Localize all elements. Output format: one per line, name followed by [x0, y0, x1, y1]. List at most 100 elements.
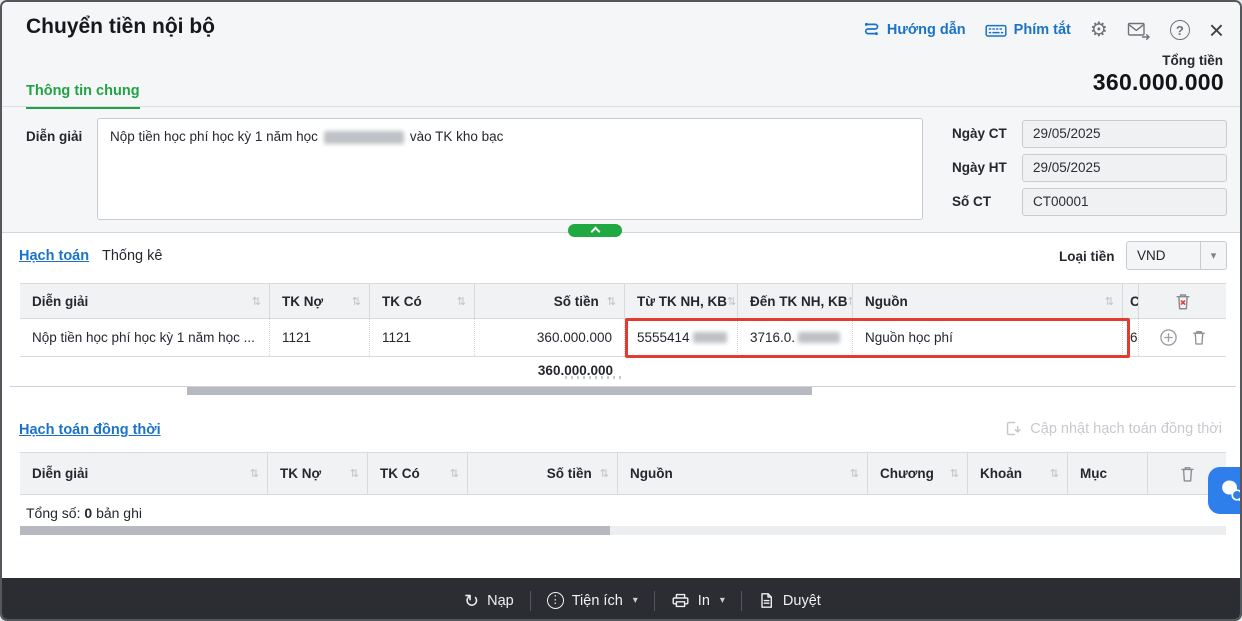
doc-no-label: Số CT — [952, 194, 991, 209]
sort-icon[interactable]: ⇅ — [950, 467, 959, 480]
sort-icon[interactable]: ⇅ — [1105, 295, 1114, 308]
add-row-icon[interactable] — [1159, 328, 1178, 347]
reload-label: Nạp — [487, 592, 514, 609]
chevron-down-icon: ▾ — [632, 595, 638, 606]
delete-all-icon[interactable] — [1174, 292, 1192, 311]
close-icon[interactable]: × — [1209, 17, 1224, 43]
cell-from-account[interactable]: 5555414 — [625, 319, 738, 356]
col-header-chapter[interactable]: Chương ⇅ — [868, 453, 968, 494]
currency-select[interactable]: VND ▾ — [1126, 241, 1227, 270]
guide-link[interactable]: Hướng dẫn — [862, 21, 966, 39]
sort-icon[interactable]: ⇅ — [727, 295, 736, 308]
document-icon — [758, 592, 775, 609]
doc-no-field[interactable]: CT00001 — [1022, 188, 1227, 216]
help-icon[interactable]: ? — [1169, 20, 1190, 40]
simultaneous-table-header: Diễn giải ⇅ TK Nợ ⇅ TK Có ⇅ Số tiền ⇅ Nguồn ⇅… — [20, 452, 1226, 495]
col-header-debit[interactable]: TK Nợ ⇅ — [268, 453, 368, 494]
table-total-row: 360.000.000 — [20, 357, 1226, 384]
collapse-button[interactable] — [568, 224, 622, 237]
header-section: Chuyển tiền nội bộ Hướng dẫn Phím tắt ⚙ … — [2, 2, 1240, 233]
printer-icon — [671, 592, 690, 609]
sort-icon[interactable]: ⇅ — [850, 467, 859, 480]
update-simultaneous-button[interactable]: Cập nhật hạch toán đồng thời — [1005, 420, 1222, 437]
transfer-dialog-window: Chuyển tiền nội bộ Hướng dẫn Phím tắt ⚙ … — [0, 0, 1242, 621]
col-header-actions — [1139, 284, 1226, 318]
total-amount-label: Tổng tiền — [1162, 53, 1223, 68]
sort-icon[interactable]: ⇅ — [250, 467, 259, 480]
date-ht-label: Ngày HT — [952, 160, 1007, 175]
col-header-chapter[interactable]: Ch — [1123, 284, 1139, 318]
col-header-credit[interactable]: TK Có ⇅ — [370, 284, 475, 318]
approve-label: Duyệt — [782, 592, 821, 609]
sort-icon[interactable]: ⇅ — [457, 295, 466, 308]
currency-label: Loại tiền — [1059, 249, 1115, 264]
guide-link-label: Hướng dẫn — [886, 22, 966, 38]
cell-debit[interactable]: 1121 — [270, 319, 370, 356]
sort-icon[interactable]: ⇅ — [450, 467, 459, 480]
col-header-from-account[interactable]: Từ TK NH, KB ⇅ — [625, 284, 738, 318]
shortcut-link-label: Phím tắt — [1013, 22, 1071, 38]
col-header-to-account[interactable]: Đến TK NH, KB⇅ — [738, 284, 853, 318]
table-row[interactable]: Nộp tiền học phí học kỳ 1 năm học ... 11… — [20, 319, 1226, 357]
col-header-source[interactable]: Nguồn ⇅ — [853, 284, 1123, 318]
approve-button[interactable]: Duyệt — [758, 592, 821, 609]
delete-all-icon[interactable] — [1179, 465, 1196, 483]
resize-grip[interactable] — [565, 376, 623, 379]
footer-toolbar: ‹ › Đóng ↻ Nạp ⋮ Tiện ích ▾ — [2, 578, 1240, 619]
description-textarea[interactable]: Nộp tiền học phí học kỳ 1 năm học vào TK … — [97, 118, 923, 220]
col-header-description[interactable]: Diễn giải ⇅ — [20, 453, 268, 494]
refresh-icon: ↻ — [464, 590, 480, 611]
cell-source[interactable]: Nguồn học phí — [853, 319, 1123, 356]
cell-amount[interactable]: 360.000.000 — [475, 319, 625, 356]
redacted-text — [323, 131, 404, 145]
chevron-down-icon: ▾ — [719, 595, 725, 606]
accounting-table-header: Diễn giải ⇅ TK Nợ ⇅ TK Có ⇅ Số tiền ⇅ Từ TK … — [20, 283, 1226, 319]
sort-icon[interactable]: ⇅ — [600, 467, 609, 480]
total-amount-value: 360.000.000 — [1092, 69, 1224, 95]
currency-value: VND — [1137, 248, 1166, 263]
keyboard-icon — [985, 22, 1007, 39]
sort-icon[interactable]: ⇅ — [252, 295, 261, 308]
horizontal-scrollbar-thumb[interactable] — [187, 387, 812, 395]
mail-icon[interactable] — [1127, 21, 1151, 40]
col-header-amount[interactable]: Số tiền ⇅ — [475, 284, 625, 318]
description-text-after: vào TK kho bạc — [409, 129, 504, 144]
sort-icon[interactable]: ⇅ — [350, 467, 359, 480]
footer-divider — [529, 590, 531, 611]
cell-credit[interactable]: 1121 — [370, 319, 475, 356]
horizontal-scrollbar-thumb[interactable] — [20, 526, 610, 535]
date-ct-field[interactable]: 29/05/2025 — [1022, 120, 1227, 148]
tab-statistics[interactable]: Thống kê — [102, 248, 162, 264]
settings-icon[interactable]: ⚙ — [1090, 20, 1108, 40]
col-header-section[interactable]: Mục — [1068, 453, 1148, 494]
cell-chapter[interactable]: 62 — [1123, 319, 1139, 356]
chevron-up-icon — [590, 226, 600, 237]
record-count-summary: Tổng số: 0 bản ghi — [26, 505, 142, 521]
col-header-source[interactable]: Nguồn ⇅ — [618, 453, 868, 494]
sort-icon[interactable]: ⇅ — [1050, 467, 1059, 480]
shortcut-link[interactable]: Phím tắt — [985, 22, 1071, 39]
delete-row-icon[interactable] — [1191, 329, 1207, 346]
cell-description[interactable]: Nộp tiền học phí học kỳ 1 năm học ... — [20, 319, 270, 356]
cell-actions — [1139, 319, 1226, 356]
chat-support-button[interactable] — [1208, 467, 1240, 514]
tab-accounting[interactable]: Hạch toán — [19, 248, 89, 264]
update-simultaneous-label: Cập nhật hạch toán đồng thời — [1030, 420, 1222, 437]
col-header-description[interactable]: Diễn giải ⇅ — [20, 284, 270, 318]
sort-icon[interactable]: ⇅ — [607, 295, 616, 308]
col-header-item[interactable]: Khoản ⇅ — [968, 453, 1068, 494]
col-header-debit[interactable]: TK Nợ ⇅ — [270, 284, 370, 318]
simultaneous-accounting-link[interactable]: Hạch toán đồng thời — [19, 422, 161, 438]
utilities-label: Tiện ích — [571, 592, 623, 609]
reload-button[interactable]: ↻ Nạp — [464, 592, 514, 610]
redacted-text — [798, 332, 841, 343]
print-button[interactable]: In ▾ — [671, 592, 725, 609]
col-header-amount[interactable]: Số tiền ⇅ — [468, 453, 618, 494]
cell-to-account[interactable]: 3716.0. — [738, 319, 853, 356]
sort-icon[interactable]: ⇅ — [352, 295, 361, 308]
col-header-credit[interactable]: TK Có ⇅ — [368, 453, 468, 494]
utilities-button[interactable]: ⋮ Tiện ích ▾ — [546, 592, 638, 609]
table-total-amount: 360.000.000 — [537, 363, 613, 378]
date-ht-field[interactable]: 29/05/2025 — [1022, 154, 1227, 182]
chevron-down-icon[interactable]: ▾ — [1200, 242, 1226, 269]
